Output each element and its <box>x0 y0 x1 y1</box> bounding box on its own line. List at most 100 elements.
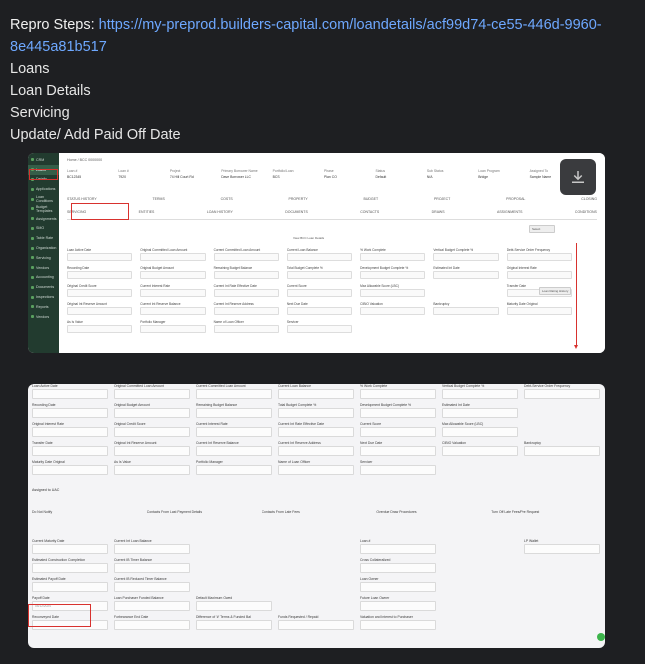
field-input[interactable] <box>278 389 354 399</box>
field-input[interactable] <box>32 563 108 573</box>
field-input[interactable] <box>67 325 133 333</box>
field-input[interactable] <box>360 253 426 261</box>
tab[interactable]: CONDITIONS <box>575 210 597 214</box>
sidebar-item[interactable]: Table Rate <box>28 233 59 243</box>
tab[interactable]: PROPERTY <box>289 197 308 201</box>
sidebar-item[interactable]: CRM <box>28 155 59 165</box>
field-input[interactable] <box>213 271 279 279</box>
field-input[interactable] <box>360 289 426 297</box>
field-input[interactable] <box>442 408 518 418</box>
field-input[interactable] <box>360 408 436 418</box>
field-input[interactable] <box>67 271 133 279</box>
tab[interactable]: PROPOSAL <box>506 197 525 201</box>
field-input[interactable] <box>213 325 279 333</box>
sidebar-item[interactable]: SMO <box>28 224 59 234</box>
field-input[interactable] <box>442 446 518 456</box>
field-input[interactable] <box>360 307 426 315</box>
field-input[interactable] <box>360 427 436 437</box>
tab[interactable]: CLOSING <box>581 197 597 201</box>
field-input[interactable] <box>278 465 354 475</box>
field-input[interactable] <box>433 271 499 279</box>
sidebar-item[interactable]: Budget Templates <box>28 204 59 214</box>
field-input[interactable] <box>67 289 133 297</box>
field-input[interactable] <box>196 601 272 611</box>
sidebar-item[interactable]: Loan Conditions <box>28 194 59 204</box>
field-input[interactable] <box>196 620 272 630</box>
loan-rating-history-button[interactable]: Loan Rating History <box>539 287 572 295</box>
field-input[interactable] <box>114 389 190 399</box>
field-input[interactable] <box>286 253 353 261</box>
tab[interactable]: DRAWS <box>432 210 445 214</box>
field-input[interactable] <box>114 563 190 573</box>
field-input[interactable] <box>140 253 206 261</box>
tab[interactable]: STATUS HISTORY <box>67 197 97 201</box>
repro-link-continued[interactable]: 8e445a81b517 <box>10 39 107 55</box>
field-input[interactable] <box>360 446 436 456</box>
tab[interactable]: BUDGET <box>364 197 379 201</box>
field-input[interactable] <box>32 427 108 437</box>
field-input[interactable] <box>442 427 518 437</box>
tab[interactable]: DOCUMENTS <box>285 210 308 214</box>
tab[interactable]: CONTACTS <box>360 210 379 214</box>
sidebar-item[interactable]: Documents <box>28 282 59 292</box>
field-input[interactable] <box>506 253 572 261</box>
sidebar-item[interactable]: Accounting <box>28 273 59 283</box>
field-input[interactable] <box>114 544 190 554</box>
field-input[interactable] <box>32 582 108 592</box>
field-input[interactable] <box>213 289 279 297</box>
field-input[interactable] <box>360 271 426 279</box>
field-input[interactable] <box>32 389 108 399</box>
field-input[interactable] <box>213 307 279 315</box>
field-input[interactable] <box>360 563 436 573</box>
field-input[interactable] <box>506 307 572 315</box>
flag-checkbox[interactable]: Turn Off Late Fees/Pre Request <box>491 510 600 514</box>
sidebar-item[interactable]: Applications <box>28 184 59 194</box>
sidebar-item[interactable]: Reports <box>28 302 59 312</box>
repro-link[interactable]: https://my-preprod.builders-capital.com/… <box>99 17 602 33</box>
field-input[interactable] <box>524 389 600 399</box>
field-input[interactable] <box>196 408 272 418</box>
field-input[interactable] <box>433 307 499 315</box>
field-input[interactable] <box>213 253 279 261</box>
tab[interactable]: PROJECT <box>434 197 450 201</box>
flag-checkbox[interactable]: Overdue Draw Procedures <box>376 510 485 514</box>
field-input[interactable] <box>67 307 133 315</box>
field-input[interactable] <box>114 427 190 437</box>
tab[interactable]: ENTITIES <box>139 210 155 214</box>
tab[interactable]: LOAN HISTORY <box>207 210 233 214</box>
field-input[interactable] <box>286 307 353 315</box>
field-input[interactable] <box>32 446 108 456</box>
field-input[interactable] <box>32 544 108 554</box>
field-input[interactable] <box>433 253 499 261</box>
flag-checkbox[interactable]: Contacts From Last Payment Details <box>147 510 256 514</box>
field-input[interactable] <box>114 620 190 630</box>
field-input[interactable] <box>114 465 190 475</box>
field-input[interactable] <box>360 544 436 554</box>
screenshot-servicing-form[interactable]: Loan Active Date Original Committed Loan … <box>28 384 605 648</box>
field-input[interactable] <box>114 446 190 456</box>
field-input[interactable] <box>67 253 133 261</box>
chat-bubble-icon[interactable] <box>597 633 605 641</box>
field-input[interactable] <box>524 446 600 456</box>
field-input[interactable] <box>140 307 206 315</box>
field-input[interactable] <box>114 582 190 592</box>
field-input[interactable] <box>114 601 190 611</box>
field-input[interactable] <box>286 271 353 279</box>
sidebar-item[interactable]: Servicing <box>28 253 59 263</box>
tab[interactable]: COSTS <box>221 197 233 201</box>
flag-checkbox[interactable]: Contacts From Late Fees <box>262 510 371 514</box>
sidebar-item[interactable]: Inspections <box>28 292 59 302</box>
field-input[interactable] <box>32 465 108 475</box>
sidebar-item[interactable]: Organization <box>28 243 59 253</box>
field-input[interactable] <box>196 465 272 475</box>
tab[interactable]: ASSIGNMENTS <box>497 210 522 214</box>
field-input[interactable] <box>278 620 354 630</box>
field-input[interactable] <box>196 389 272 399</box>
screenshot-loan-details[interactable]: CRM Loans Details Applications Loan Conditio… <box>28 153 605 353</box>
field-input[interactable] <box>360 389 436 399</box>
field-input[interactable] <box>360 620 436 630</box>
sidebar-item[interactable]: Assignments <box>28 214 59 224</box>
field-input[interactable] <box>524 544 600 554</box>
field-input[interactable] <box>140 271 206 279</box>
field-input[interactable] <box>360 601 436 611</box>
